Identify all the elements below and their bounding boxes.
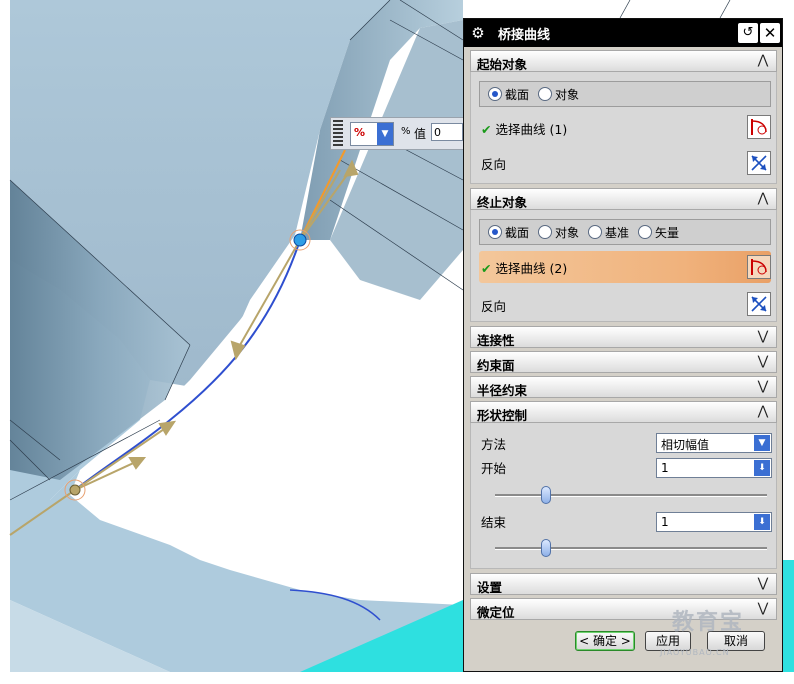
chevron-down-icon[interactable]: ⋁ — [754, 575, 772, 593]
value-input[interactable] — [431, 123, 463, 141]
radio-label: 矢量 — [655, 226, 680, 240]
value-label: 值 — [414, 127, 427, 141]
arrow-down-icon[interactable]: ⬇ — [754, 514, 770, 530]
radio-label: 截面 — [505, 226, 530, 240]
end-slider-track[interactable] — [495, 547, 767, 550]
unit-label: % — [401, 126, 411, 137]
chevron-down-icon[interactable]: ⋁ — [754, 378, 772, 396]
section-title: 形状控制 — [477, 408, 528, 423]
start-select-curve-row[interactable]: ✔ 选择曲线 (1) — [481, 119, 567, 138]
select-count: (1) — [549, 122, 568, 137]
method-value: 相切幅值 — [661, 438, 710, 452]
radio-label: 对象 — [555, 88, 580, 102]
chevron-down-icon[interactable]: ⋁ — [754, 353, 772, 371]
select-count: (2) — [549, 261, 568, 276]
reset-icon[interactable]: ↺ — [738, 23, 758, 43]
section-title: 终止对象 — [477, 195, 528, 210]
toolbar-grip-handle[interactable] — [333, 120, 343, 147]
end-value-field[interactable]: 1 ⬇ — [656, 512, 772, 532]
reverse-direction-icon[interactable] — [747, 151, 771, 175]
checkmark-icon: ✔ — [481, 122, 492, 137]
radio-label: 截面 — [505, 88, 530, 102]
chevron-up-icon[interactable]: ⋀ — [754, 190, 772, 208]
start-value-field[interactable]: 1 ⬇ — [656, 458, 772, 478]
end-point-handle[interactable] — [69, 484, 81, 496]
section-shape-control[interactable]: 形状控制 ⋀ — [470, 401, 777, 423]
percent-icon: % — [354, 126, 366, 139]
watermark-logo: 教育宝 — [672, 610, 745, 635]
section-continuity[interactable]: 连接性 ⋁ — [470, 326, 777, 348]
end-type-radio-group: 截面 对象 基准 矢量 — [479, 219, 771, 245]
value-type-dropdown[interactable]: % ▼ — [350, 122, 394, 146]
section-title: 连接性 — [477, 333, 515, 348]
chevron-up-icon[interactable]: ⋀ — [754, 52, 772, 70]
end-label: 结束 — [481, 515, 507, 530]
curve-select-icon[interactable] — [747, 255, 771, 279]
radio-dot — [538, 87, 552, 101]
radio-dot — [488, 225, 502, 239]
end-select-curve-row[interactable]: ✔ 选择曲线 (2) — [481, 258, 567, 277]
start-slider-track[interactable] — [495, 494, 767, 497]
method-dropdown[interactable]: 相切幅值 ▼ — [656, 433, 772, 453]
radio-dot — [488, 87, 502, 101]
start-reverse-label: 反向 — [481, 157, 507, 172]
arrow-down-icon[interactable]: ⬇ — [754, 460, 770, 476]
end-slider-thumb[interactable] — [541, 539, 551, 557]
section-title: 半径约束 — [477, 383, 528, 398]
radio-label: 对象 — [555, 226, 580, 240]
section-title: 设置 — [477, 580, 503, 595]
radio-label: 基准 — [605, 226, 630, 240]
radio-dot — [588, 225, 602, 239]
section-title: 起始对象 — [477, 57, 528, 72]
select-curve-label: 选择曲线 — [495, 261, 546, 276]
watermark-url: JIAOYUBAO.CN — [660, 648, 730, 657]
checkmark-icon: ✔ — [481, 261, 492, 276]
chevron-down-icon[interactable]: ⋁ — [754, 600, 772, 618]
section-end-object[interactable]: 终止对象 ⋀ — [470, 188, 777, 210]
start-point-handle[interactable] — [293, 233, 307, 247]
dialog-titlebar[interactable]: ⚙ 桥接曲线 ↺ ✕ — [464, 19, 782, 47]
dialog-title: 桥接曲线 — [498, 28, 551, 43]
end-object-body: 截面 对象 基准 矢量 ✔ 选择曲线 (2) 反向 — [470, 210, 777, 322]
section-constraint-face[interactable]: 约束面 ⋁ — [470, 351, 777, 373]
method-label: 方法 — [481, 437, 507, 452]
start-value: 1 — [661, 461, 669, 475]
start-slider-thumb[interactable] — [541, 486, 551, 504]
end-reverse-label: 反向 — [481, 299, 507, 314]
radio-dot — [538, 225, 552, 239]
start-object-body: 截面 对象 ✔ 选择曲线 (1) 反向 — [470, 72, 777, 184]
section-start-object[interactable]: 起始对象 ⋀ — [470, 50, 777, 72]
gear-icon[interactable]: ⚙ — [468, 23, 488, 43]
start-label: 开始 — [481, 461, 507, 476]
close-icon[interactable]: ✕ — [760, 23, 780, 43]
section-radius-constraint[interactable]: 半径约束 ⋁ — [470, 376, 777, 398]
bridge-curve-dialog: ⚙ 桥接曲线 ↺ ✕ 起始对象 ⋀ 截面 对象 ✔ 选择曲线 (1) 反向 终止… — [463, 18, 783, 672]
radio-dot — [638, 225, 652, 239]
curve-select-icon[interactable] — [747, 115, 771, 139]
select-curve-label: 选择曲线 — [495, 122, 546, 137]
section-settings[interactable]: 设置 ⋁ — [470, 573, 777, 595]
start-type-radio-group: 截面 对象 — [479, 81, 771, 107]
shape-control-body: 方法 相切幅值 ▼ 开始 1 ⬇ 结束 1 ⬇ — [470, 423, 777, 569]
section-title: 微定位 — [477, 605, 515, 620]
ok-button[interactable]: < 确定 > — [575, 631, 635, 651]
reverse-direction-icon[interactable] — [747, 292, 771, 316]
chevron-up-icon[interactable]: ⋀ — [754, 403, 772, 421]
section-title: 约束面 — [477, 358, 515, 373]
chevron-down-icon[interactable]: ▼ — [754, 435, 770, 451]
end-value: 1 — [661, 515, 669, 529]
value-float-toolbar: % ▼ % 值 — [330, 117, 464, 150]
chevron-down-icon[interactable]: ▼ — [377, 123, 393, 145]
chevron-down-icon[interactable]: ⋁ — [754, 328, 772, 346]
